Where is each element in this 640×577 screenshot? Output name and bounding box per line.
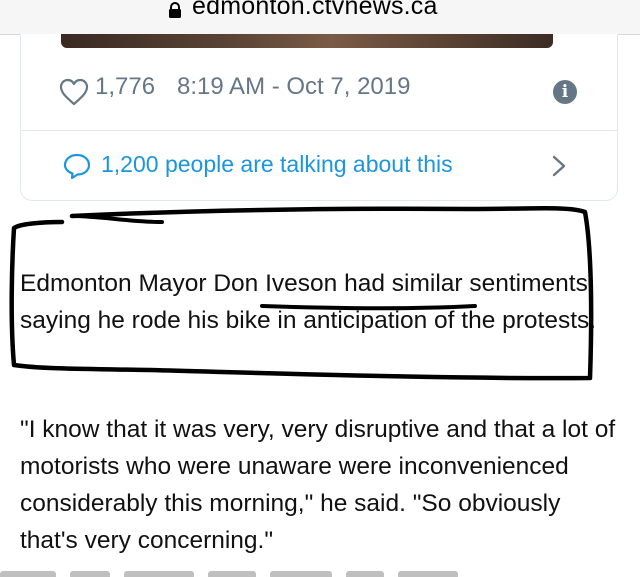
article-paragraph-quote: "I know that it was very, very disruptiv… <box>20 415 616 554</box>
next-paragraph-cutoff <box>0 565 640 577</box>
info-icon[interactable]: i <box>553 80 577 104</box>
like-count: 1,776 <box>95 73 156 100</box>
article-paragraph-mayor: Edmonton Mayor Don Iveson had similar se… <box>20 269 597 334</box>
talking-about-text: 1,200 people are talking about this <box>101 151 453 177</box>
speech-bubble-icon <box>63 153 91 179</box>
talking-about-link[interactable]: 1,200 people are talking about this <box>21 131 617 199</box>
heart-icon[interactable] <box>59 78 89 106</box>
lock-icon <box>169 2 181 18</box>
url-domain[interactable]: edmonton.ctvnews.ca <box>192 0 438 21</box>
tweet-meta-row: 1,776 8:19 AM - Oct 7, 2019 i <box>21 68 617 128</box>
chevron-right-icon <box>552 155 566 177</box>
tweet-timestamp[interactable]: 8:19 AM - Oct 7, 2019 <box>177 73 410 101</box>
tweet-media-image[interactable] <box>61 34 553 48</box>
annotation-top-stroke <box>70 214 164 224</box>
embedded-tweet-card: 1,776 8:19 AM - Oct 7, 2019 i 1,200 peop… <box>20 34 618 201</box>
browser-url-bar[interactable]: edmonton.ctvnews.ca <box>0 0 640 35</box>
